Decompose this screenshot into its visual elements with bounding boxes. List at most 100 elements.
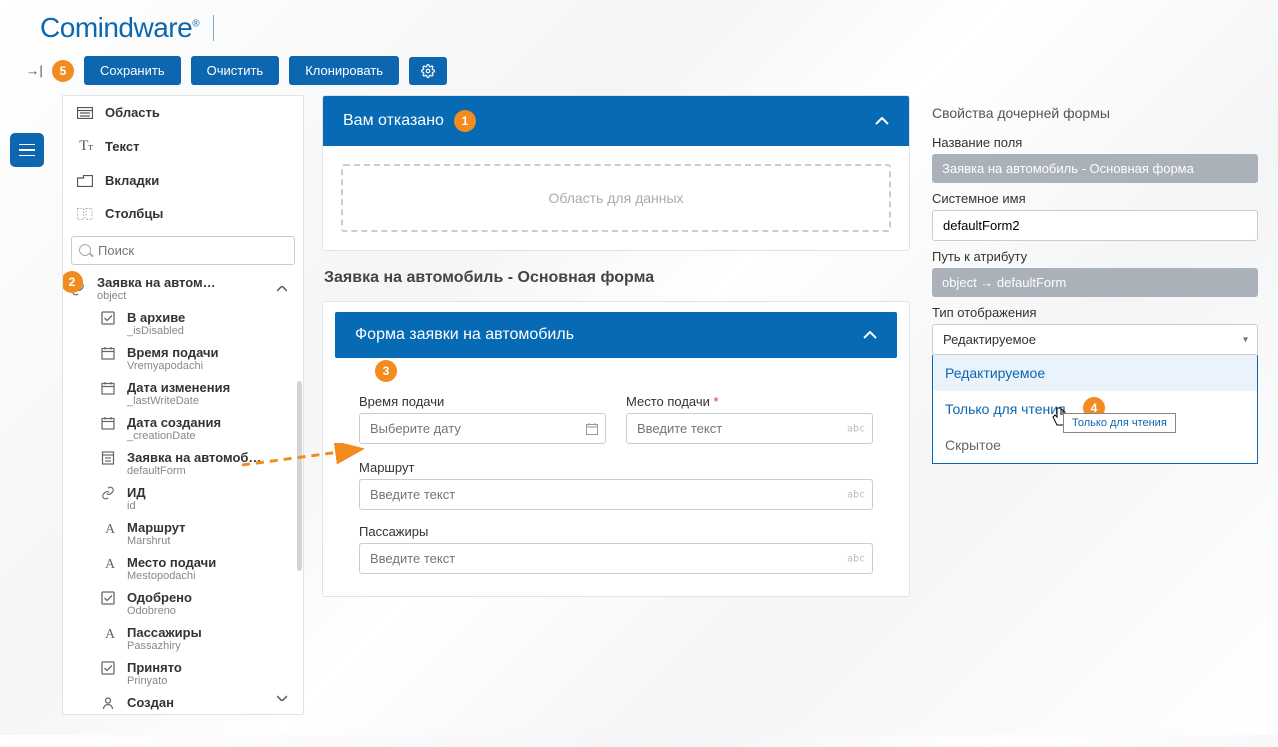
field-route-input[interactable] — [359, 479, 873, 510]
select-display-value[interactable]: Редактируемое — [932, 324, 1258, 355]
tree-item[interactable]: Дата изменения_lastWriteDate — [63, 376, 303, 411]
toolbar: →| 5 Сохранить Очистить Клонировать — [0, 52, 1278, 95]
tree-root-title: Заявка на автом… — [97, 275, 216, 290]
display-type-dropdown: Редактируемое Только для чтения 4 Только… — [932, 355, 1258, 464]
palette-tabs[interactable]: Вкладки — [63, 164, 303, 197]
tree-item[interactable]: Дата создания_creationDate — [63, 411, 303, 446]
tree-item[interactable]: AМаршрутMarshrut — [63, 516, 303, 551]
search-wrap — [63, 230, 303, 271]
tree-item-sub: Vremyapodachi — [127, 360, 219, 372]
prop-name-label: Название поля — [932, 135, 1258, 150]
text-icon: Tт — [77, 138, 95, 155]
tree-item-title: Пассажиры — [127, 625, 202, 640]
subform-container: Заявка на автомобиль - Основная форма Фо… — [322, 269, 910, 597]
subform-title: Заявка на автомобиль - Основная форма — [324, 269, 910, 287]
tree-item[interactable]: A ПассажирыPassazhiry — [63, 621, 303, 656]
tree-item[interactable]: Время подачиVremyapodachi — [63, 341, 303, 376]
prop-path-label: Путь к атрибуту — [932, 249, 1258, 264]
field-time-label: Время подачи — [359, 394, 606, 409]
tooltip-readonly: Только для чтения — [1063, 413, 1176, 433]
palette-panel: Область Tт Текст Вкладки Столбцы 2 — [62, 95, 304, 715]
tree-item-title: Время подачи — [127, 345, 219, 360]
option-editable[interactable]: Редактируемое — [933, 355, 1257, 391]
prop-sys-label: Системное имя — [932, 191, 1258, 206]
panel-denied: Вам отказано 1 Область для данных — [322, 95, 910, 251]
save-button[interactable]: Сохранить — [84, 56, 181, 85]
clear-button[interactable]: Очистить — [191, 56, 280, 85]
display-type-select[interactable]: Редактируемое ▾ Редактируемое Только для… — [932, 324, 1258, 355]
A-icon: A — [101, 521, 119, 538]
step-badge-5: 5 — [52, 60, 74, 82]
chevron-up-icon[interactable] — [277, 286, 293, 292]
calendar-icon[interactable] — [586, 423, 598, 435]
props-title: Свойства дочерней формы — [932, 105, 1258, 121]
tree-item[interactable]: ИДid — [63, 481, 303, 516]
panel-denied-header[interactable]: Вам отказано 1 — [323, 96, 909, 146]
tree-item-title: Принято — [127, 660, 182, 675]
logo-bar: Comindware® — [0, 0, 1278, 52]
prop-sys-input[interactable] — [932, 210, 1258, 241]
properties-panel: Свойства дочерней формы Название поля За… — [928, 95, 1268, 365]
hamburger-toggle[interactable] — [10, 133, 44, 167]
field-route: Маршрут abc — [359, 460, 873, 510]
hamburger-icon — [19, 144, 35, 156]
form-icon — [101, 451, 119, 465]
palette-columns[interactable]: Столбцы — [63, 197, 303, 230]
brand-logo: Comindware® — [40, 12, 199, 44]
expand-sidebar-button[interactable]: →| — [20, 58, 48, 84]
tree-item-sub: id — [127, 500, 146, 512]
gear-icon — [421, 64, 435, 78]
tree-item-sub: _isDisabled — [127, 325, 185, 337]
tree-item-title: Место подачи — [127, 555, 216, 570]
tree-item[interactable]: Создан — [63, 691, 303, 714]
cal-icon — [101, 346, 119, 360]
tabs-icon — [77, 175, 95, 187]
tree-item[interactable]: ОдобреноOdobreno — [63, 586, 303, 621]
field-time-input[interactable] — [359, 413, 606, 444]
field-pass-input[interactable] — [359, 543, 873, 574]
panel-denied-title: Вам отказано — [343, 112, 444, 130]
option-readonly[interactable]: Только для чтения 4 Только для чтения — [933, 391, 1257, 427]
tree-item[interactable]: AМесто подачиMestopodachi — [63, 551, 303, 586]
field-place-input[interactable] — [626, 413, 873, 444]
tree-scrollbar[interactable] — [297, 381, 302, 571]
check-icon — [101, 311, 119, 325]
required-star: * — [714, 394, 719, 409]
tree-root[interactable]: Заявка на автом… object — [63, 271, 303, 306]
inner-form-title: Форма заявки на автомобиль — [355, 326, 574, 344]
step-badge-3: 3 — [375, 360, 397, 382]
tree-item[interactable]: Заявка на автомоб…defaultForm — [63, 446, 303, 481]
tree-item-title: Маршрут — [127, 520, 186, 535]
prop-type-label: Тип отображения — [932, 305, 1258, 320]
settings-button[interactable] — [409, 57, 447, 85]
abc-icon: abc — [847, 489, 865, 500]
tree-item[interactable]: В архиве_isDisabled — [63, 306, 303, 341]
chevron-up-icon[interactable] — [875, 117, 889, 125]
tree-item[interactable]: ПринятоPrinyato — [63, 656, 303, 691]
step-badge-1: 1 — [454, 110, 476, 132]
tree-item-title: Создан — [127, 695, 174, 710]
link-icon — [101, 486, 119, 500]
dropzone[interactable]: Область для данных — [341, 164, 891, 232]
prop-name-value: Заявка на автомобиль - Основная форма — [932, 154, 1258, 183]
attribute-tree[interactable]: 2 Заявка на автом… object В архиве_isDis… — [63, 271, 303, 714]
chevron-up-icon[interactable] — [863, 331, 877, 339]
clone-button[interactable]: Клонировать — [289, 56, 399, 85]
tree-item-sub: Passazhiry — [127, 640, 202, 652]
search-input[interactable] — [71, 236, 295, 265]
chevron-down-icon[interactable] — [277, 695, 293, 701]
abc-icon: abc — [847, 553, 865, 564]
palette-text[interactable]: Tт Текст — [63, 129, 303, 164]
palette-area[interactable]: Область — [63, 96, 303, 129]
inner-form-header[interactable]: Форма заявки на автомобиль — [335, 312, 897, 358]
A-icon: A — [101, 626, 119, 643]
user-icon — [101, 696, 119, 710]
cal-icon — [101, 416, 119, 430]
columns-icon — [77, 208, 95, 220]
expand-icon: →| — [26, 63, 43, 78]
field-passengers: Пассажиры abc — [359, 524, 873, 574]
prop-path-value: object → defaultForm — [932, 268, 1258, 297]
field-place: Место подачи * abc — [626, 394, 873, 444]
tree-item-sub: Odobreno — [127, 605, 192, 617]
logo-separator — [213, 15, 214, 41]
